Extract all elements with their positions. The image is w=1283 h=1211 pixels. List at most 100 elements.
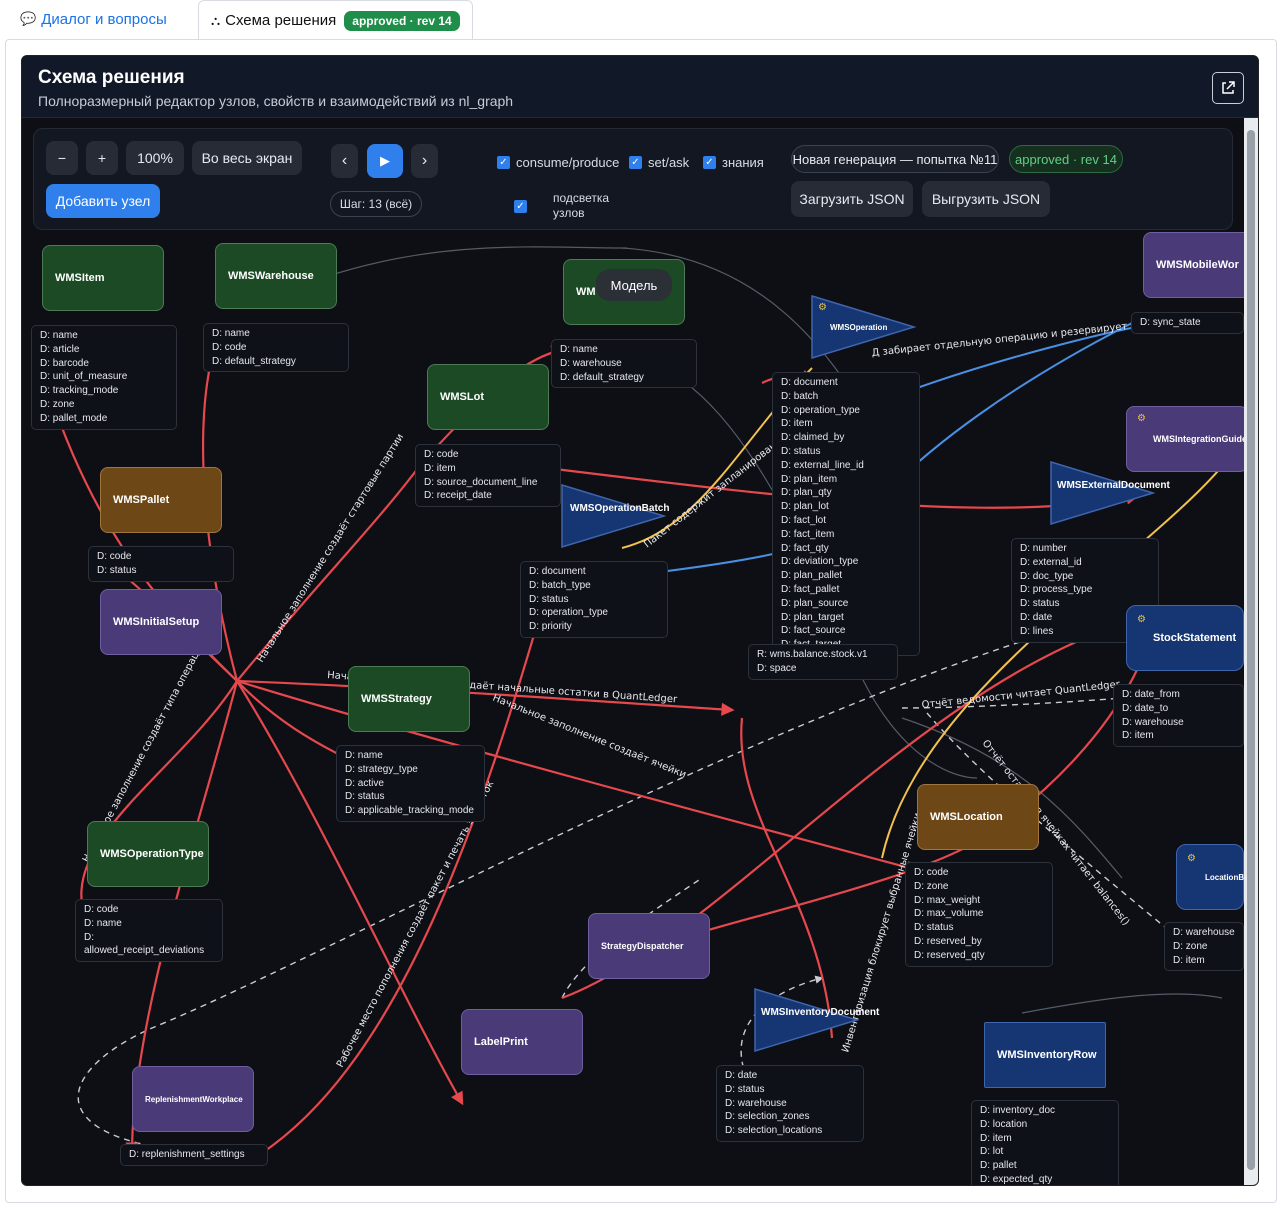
prop: D: plan_lot (781, 501, 829, 513)
prop: D: fact_qty (781, 542, 829, 554)
prop: D: name (84, 917, 122, 929)
check-icon: ✓ (514, 199, 527, 213)
node-stockstatement[interactable]: ⚙ StockStatement (1126, 605, 1244, 671)
open-external-button[interactable] (1212, 72, 1244, 104)
prop: D: batch_type (529, 579, 591, 591)
node-wmsinventorydoc[interactable]: WMSInventoryDocument (753, 987, 879, 1053)
external-link-icon (1222, 81, 1235, 94)
fullscreen-button[interactable]: Во весь экран (192, 141, 302, 175)
node-replenishment[interactable]: ReplenishmentWorkplace (132, 1066, 254, 1132)
node-wmsinventoryrow[interactable]: WMSInventoryRow (984, 1022, 1106, 1088)
prop: D: default_strategy (212, 355, 296, 367)
load-json-button[interactable]: Загрузить JSON (791, 181, 913, 217)
check-icon: ✓ (703, 156, 716, 169)
prop: D: reserved_by (914, 935, 982, 947)
node-props-wmsinventorydoc: D: date D: status D: warehouse D: select… (716, 1065, 864, 1142)
tab-dialog[interactable]: 💬 Диалог и вопросы (8, 0, 179, 38)
prop: D: document (529, 566, 586, 577)
node-props-wmsoperation: D: document D: batch D: operation_type D… (772, 372, 920, 656)
node-wmswarehouse[interactable]: WMSWarehouse (215, 243, 337, 309)
prop: D: item (781, 418, 813, 430)
scrollbar-thumb[interactable] (1247, 130, 1255, 1170)
prop: D: status (914, 922, 954, 934)
knowledge-checkbox[interactable]: ✓ знания (703, 155, 764, 170)
prop: D: default_strategy (560, 371, 644, 383)
check-icon: ✓ (497, 156, 510, 169)
scheme-panel: Схема решения Полноразмерный редактор уз… (21, 55, 1259, 1186)
node-props-quantledger: R: wms.balance.stock.v1 D: space (748, 644, 898, 680)
prop: D: selection_zones (725, 1111, 810, 1123)
node-labelprint[interactable]: LabelPrint (461, 1009, 583, 1075)
triangle-shape (754, 987, 860, 1053)
prop: D: number (1020, 543, 1067, 554)
tab-scheme[interactable]: ⛬ Схема решения approved · rev 14 (198, 0, 473, 40)
prop: D: operation_type (529, 607, 608, 619)
zoom-out-button[interactable]: − (46, 141, 78, 175)
node-wmsoperationtype[interactable]: WMSOperationType (87, 821, 209, 887)
export-json-button[interactable]: Выгрузить JSON (922, 181, 1050, 217)
prop: D: claimed_by (781, 432, 845, 444)
chat-icon: 💬 (20, 11, 37, 26)
consume-produce-checkbox[interactable]: ✓ consume/produce (497, 155, 619, 170)
prop: D: reserved_qty (914, 949, 985, 961)
set-ask-checkbox[interactable]: ✓ set/ask (629, 155, 689, 170)
node-locationbalance[interactable]: ⚙ LocationBa (1176, 844, 1244, 910)
prop: D: status (725, 1083, 765, 1095)
prop: D: sync_state (1140, 317, 1201, 328)
prop: D: external_id (1020, 556, 1082, 568)
node-props-wmsoperationbatch: D: document D: batch_type D: status D: o… (520, 561, 668, 638)
prop: D: code (914, 867, 949, 878)
step-prev-button[interactable]: ‹ (331, 144, 358, 178)
gear-icon: ⚙ (1137, 614, 1146, 625)
step-next-button[interactable]: › (411, 144, 438, 178)
check-icon: ✓ (629, 156, 642, 169)
prop: D: item (1173, 954, 1205, 966)
zoom-level-button[interactable]: 100% (126, 141, 184, 175)
node-props-wmslot: D: code D: item D: source_document_line … (415, 444, 561, 508)
prop: D: location (980, 1118, 1028, 1130)
generation-pill[interactable]: Новая генерация — попытка №11 (791, 145, 999, 173)
triangle-shape (1050, 460, 1156, 526)
node-label: WMSOperationBatch (570, 503, 670, 514)
prop: D: plan_target (781, 611, 844, 623)
node-wmsinitialsetup[interactable]: WMSInitialSetup (100, 589, 222, 655)
graph-canvas[interactable]: Начальное заполнение создаёт начальные о… (22, 118, 1244, 1185)
prop: R: wms.balance.stock.v1 (757, 649, 868, 660)
checkbox-label: set/ask (648, 155, 690, 170)
prop: D: strategy_type (345, 763, 418, 775)
node-wmsstrategy[interactable]: WMSStrategy (348, 666, 470, 732)
node-props-wmswarehouse: D: name D: code D: default_strategy (203, 323, 349, 373)
node-wmsexternal[interactable]: WMSExternalDocument (1049, 460, 1170, 526)
prop: D: fact_pallet (781, 583, 840, 595)
node-wmslot[interactable]: WMSLot (427, 364, 549, 430)
checkbox-label: знания (722, 155, 764, 170)
graph-toolbar: − + 100% Во весь экран Добавить узел ‹ ▶… (33, 128, 1233, 230)
node-strategydispatcher[interactable]: StrategyDispatcher (588, 913, 710, 979)
prop: D: warehouse (1173, 927, 1235, 938)
prop: D: zone (914, 880, 949, 892)
play-button[interactable]: ▶ (367, 144, 403, 178)
prop: D: source_document_line (424, 476, 538, 488)
tab-bar: 💬 Диалог и вопросы ⛬ Схема решения appro… (0, 0, 1283, 40)
highlight-checkbox[interactable]: ✓ подсветка узлов (514, 191, 614, 221)
prop: D: warehouse (560, 357, 622, 369)
node-wmsmobile[interactable]: WMSMobileWor (1143, 232, 1244, 298)
prop: D: code (97, 551, 132, 562)
prop: D: item (980, 1132, 1012, 1144)
node-wmslocation[interactable]: WMSLocation (917, 784, 1039, 850)
node-wmsoperation[interactable]: ⚙ WMSOperation (810, 294, 918, 360)
node-props-wmspallet: D: code D: status (88, 546, 234, 582)
prop: D: priority (529, 621, 572, 633)
add-node-button[interactable]: Добавить узел (46, 184, 160, 218)
prop: D: status (529, 593, 569, 605)
prop: D: inventory_doc (980, 1105, 1056, 1116)
node-wmsoperationbatch[interactable]: WMSOperationBatch (560, 483, 670, 549)
zoom-in-button[interactable]: + (86, 141, 118, 175)
prop: D: process_type (1020, 584, 1093, 596)
node-wmspallet[interactable]: WMSPallet (100, 467, 222, 533)
prop: D: active (345, 777, 384, 789)
node-label: WMSIntegrationGuide (1153, 434, 1244, 444)
node-wmsitem[interactable]: WMSItem (42, 245, 164, 311)
prop: D: code (84, 904, 119, 915)
node-tooltip: Модель (596, 269, 672, 301)
